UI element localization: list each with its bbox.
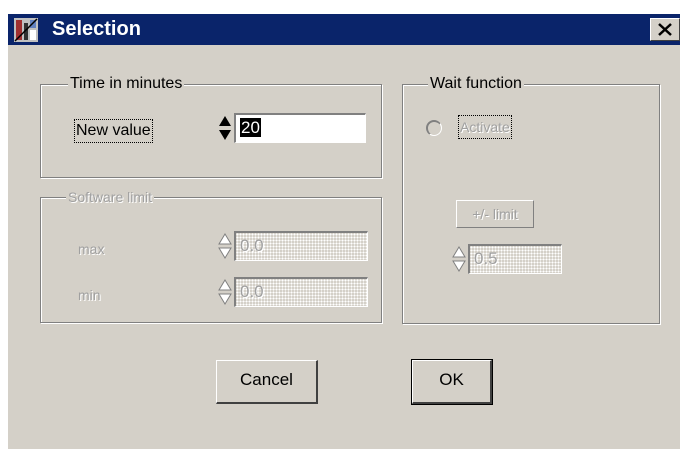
min-spinner — [218, 277, 232, 307]
ok-button[interactable]: OK — [411, 359, 493, 405]
close-icon — [658, 23, 672, 36]
cancel-button[interactable]: Cancel — [216, 360, 318, 404]
software-limit-legend: Software limit — [66, 188, 155, 206]
new-value-spinner[interactable] — [218, 113, 232, 143]
limit-spinner — [452, 244, 466, 274]
wait-function-legend: Wait function — [428, 75, 524, 93]
min-input: 0.0 — [234, 277, 368, 307]
min-label: min — [78, 287, 101, 303]
max-input: 0.0 — [234, 231, 368, 261]
max-spinner — [218, 231, 232, 261]
activate-radio — [426, 120, 442, 136]
activate-label: Activate — [458, 115, 512, 139]
close-button[interactable] — [650, 18, 680, 41]
limit-button: +/- limit — [456, 200, 534, 228]
max-label: max — [78, 241, 105, 257]
new-value-input[interactable]: 20 — [234, 113, 366, 143]
limit-input: 0.5 — [468, 244, 562, 274]
window-title: Selection — [52, 18, 141, 40]
app-icon — [13, 17, 39, 43]
time-group-legend: Time in minutes — [68, 75, 185, 93]
new-value-label: New value — [74, 119, 153, 143]
